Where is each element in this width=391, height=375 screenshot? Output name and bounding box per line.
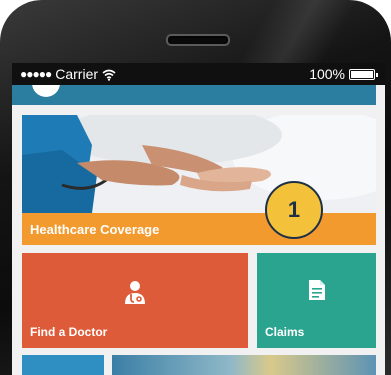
phone-frame: ●●●●● Carrier 100% Healthcare Coverage 1… (0, 0, 391, 375)
healthcare-coverage-card[interactable]: Healthcare Coverage 1 (22, 115, 376, 245)
user-avatar-icon (32, 85, 60, 97)
step-number-badge: 1 (265, 181, 323, 239)
carrier-name: Carrier (55, 66, 99, 82)
battery-icon (349, 68, 378, 80)
status-bar: ●●●●● Carrier 100% (12, 63, 385, 85)
menu-tile-partial-blue[interactable] (22, 355, 104, 375)
status-right: 100% (309, 66, 378, 82)
status-left: ●●●●● Carrier (20, 66, 116, 82)
find-a-doctor-tile[interactable]: Find a Doctor (22, 253, 248, 348)
caregiver-hands-photo (22, 115, 376, 213)
signal-strength-icon: ●●●●● (20, 67, 52, 81)
healthcare-coverage-label: Healthcare Coverage (30, 222, 160, 237)
claims-label: Claims (265, 325, 305, 339)
scroll-track (376, 85, 385, 375)
battery-percent: 100% (309, 66, 345, 82)
find-a-doctor-label: Find a Doctor (30, 325, 108, 339)
app-screen: ●●●●● Carrier 100% Healthcare Coverage 1… (12, 63, 385, 375)
speaker-grille (166, 34, 230, 46)
device-stage: ●●●●● Carrier 100% Healthcare Coverage 1… (0, 0, 391, 375)
profile-header-bar[interactable] (12, 85, 376, 105)
document-icon (308, 279, 326, 304)
doctor-icon (122, 279, 148, 308)
battery-level-fill (351, 70, 373, 78)
claims-tile[interactable]: Claims (257, 253, 376, 348)
menu-tile-partial-photo[interactable] (112, 355, 376, 375)
wifi-icon (102, 68, 116, 81)
